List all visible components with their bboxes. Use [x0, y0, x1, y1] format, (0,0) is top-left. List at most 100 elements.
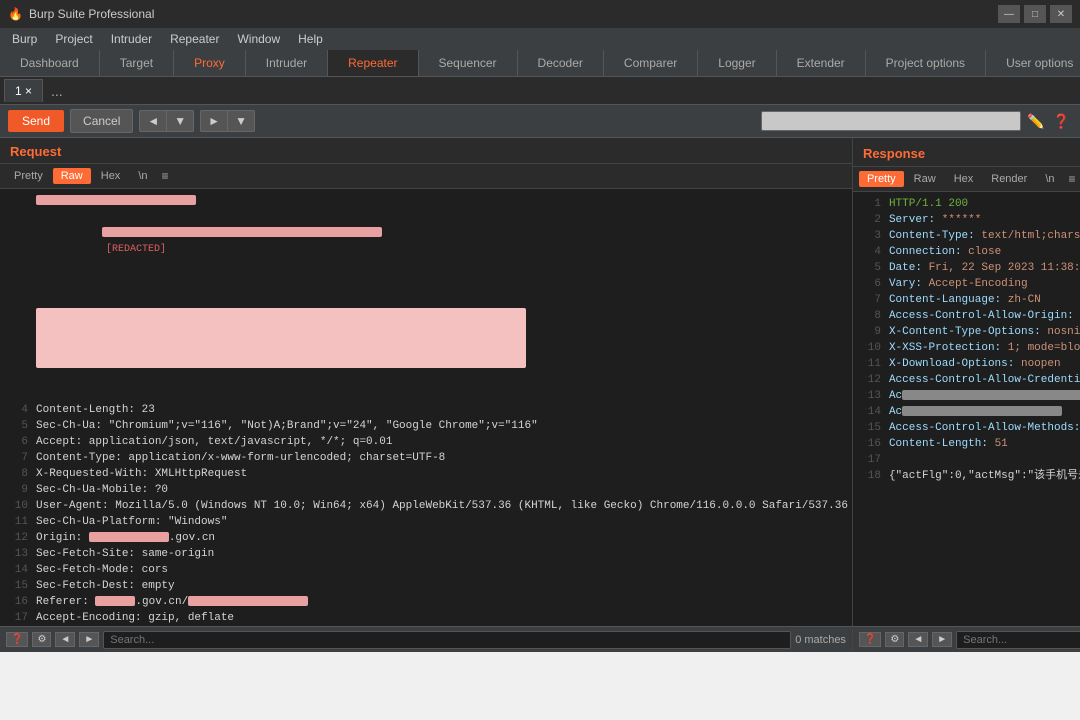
- req-prev-btn[interactable]: ◄: [55, 632, 75, 647]
- req-line-4: 4 Content-Length: 23: [0, 402, 852, 418]
- req-line-7: 7 Content-Type: application/x-www-form-u…: [0, 450, 852, 466]
- req-line-17: 17 Accept-Encoding: gzip, deflate: [0, 610, 852, 626]
- req-tab-hex[interactable]: Hex: [93, 168, 129, 184]
- nav-back-dropdown[interactable]: ▼: [166, 110, 194, 132]
- req-line-9: 9 Sec-Ch-Ua-Mobile: ?0: [0, 482, 852, 498]
- titlebar: 🔥 Burp Suite Professional — □ ✕: [0, 0, 1080, 28]
- edit-target-button[interactable]: ✏️: [1025, 111, 1046, 132]
- main-content: Request Pretty Raw Hex \n ≡ [REDACTED]: [0, 138, 1080, 652]
- tab-repeater[interactable]: Repeater: [328, 50, 418, 76]
- req-line-r2: [REDACTED]: [0, 209, 852, 274]
- nav-fwd-group: ► ▼: [200, 110, 255, 132]
- url-display: [761, 111, 1021, 131]
- response-search-bar: ❓ ⚙ ◄ ► 0 matches: [853, 626, 1080, 652]
- resp-tab-render[interactable]: Render: [983, 171, 1035, 187]
- app-icon: 🔥: [8, 7, 23, 21]
- req-tab-pretty[interactable]: Pretty: [6, 168, 51, 184]
- tab-sequencer[interactable]: Sequencer: [419, 50, 518, 76]
- send-button[interactable]: Send: [8, 110, 64, 132]
- req-next-btn[interactable]: ►: [79, 632, 99, 647]
- repeater-tab-new[interactable]: ...: [45, 83, 69, 99]
- resp-line-15: 15 Access-Control-Allow-Methods: POST, G…: [853, 420, 1080, 436]
- menu-help[interactable]: Help: [290, 30, 331, 48]
- tab-logger[interactable]: Logger: [698, 50, 776, 76]
- menu-intruder[interactable]: Intruder: [103, 30, 160, 48]
- req-line-14: 14 Sec-Fetch-Mode: cors: [0, 562, 852, 578]
- response-search-input[interactable]: [956, 631, 1080, 649]
- request-matches-label: 0 matches: [795, 634, 846, 646]
- req-tab-menu[interactable]: ≡: [158, 167, 173, 185]
- menubar: Burp Project Intruder Repeater Window He…: [0, 28, 1080, 50]
- tab-comparer[interactable]: Comparer: [604, 50, 698, 76]
- maximize-button[interactable]: □: [1024, 5, 1046, 23]
- response-panel: Response ▦ ≡ ▬ Pretty Raw Hex Render \n …: [853, 138, 1080, 652]
- req-line-15: 15 Sec-Fetch-Dest: empty: [0, 578, 852, 594]
- request-tabs: Pretty Raw Hex \n ≡: [0, 164, 852, 189]
- req-settings-btn[interactable]: ⚙: [32, 632, 51, 647]
- resp-line-14: 14 Ac: [853, 404, 1080, 420]
- resp-line-13: 13 Ac: [853, 388, 1080, 404]
- cancel-button[interactable]: Cancel: [70, 109, 133, 133]
- menu-project[interactable]: Project: [47, 30, 100, 48]
- resp-tab-menu[interactable]: ≡: [1065, 170, 1080, 188]
- resp-line-18: 18 {"actFlg":0,"actMsg":"该手机号未被注册！"}: [853, 468, 1080, 484]
- req-help-btn[interactable]: ❓: [6, 632, 28, 647]
- tab-extender[interactable]: Extender: [777, 50, 866, 76]
- req-line-16: 16 Referer: .gov.cn/: [0, 594, 852, 610]
- resp-line-10: 10 X-XSS-Protection: 1; mode=block: [853, 340, 1080, 356]
- req-line-8: 8 X-Requested-With: XMLHttpRequest: [0, 466, 852, 482]
- titlebar-title: Burp Suite Professional: [29, 7, 154, 21]
- tab-dashboard[interactable]: Dashboard: [0, 50, 100, 76]
- resp-tab-raw[interactable]: Raw: [906, 171, 944, 187]
- request-panel: Request Pretty Raw Hex \n ≡ [REDACTED]: [0, 138, 853, 652]
- resp-line-12: 12 Access-Control-Allow-Credentials: tru…: [853, 372, 1080, 388]
- tab-target[interactable]: Target: [100, 50, 174, 76]
- repeater-tab-1[interactable]: 1 ×: [4, 79, 43, 102]
- help-button[interactable]: ❓: [1051, 111, 1072, 132]
- resp-line-7: 7 Content-Language: zh-CN: [853, 292, 1080, 308]
- tab-project-options[interactable]: Project options: [866, 50, 986, 76]
- toolbar: Send Cancel ◄ ▼ ► ▼ ✏️ ❓: [0, 105, 1080, 138]
- resp-line-11: 11 X-Download-Options: noopen: [853, 356, 1080, 372]
- tab-user-options[interactable]: User options: [986, 50, 1080, 76]
- minimize-button[interactable]: —: [998, 5, 1020, 23]
- resp-line-16: 16 Content-Length: 51: [853, 436, 1080, 452]
- req-tab-newline[interactable]: \n: [130, 168, 155, 184]
- resp-tab-hex[interactable]: Hex: [946, 171, 982, 187]
- response-body[interactable]: 1 HTTP/1.1 200 2 Server: ****** 3 Conten…: [853, 192, 1080, 626]
- resp-line-4: 4 Connection: close: [853, 244, 1080, 260]
- req-line-12: 12 Origin: .gov.cn: [0, 530, 852, 546]
- resp-tab-newline[interactable]: \n: [1037, 171, 1062, 187]
- resp-line-2: 2 Server: ******: [853, 212, 1080, 228]
- close-button[interactable]: ✕: [1050, 5, 1072, 23]
- request-search-input[interactable]: [103, 631, 791, 649]
- resp-help-btn[interactable]: ❓: [859, 632, 881, 647]
- nav-fwd-button[interactable]: ►: [200, 110, 227, 132]
- req-line-10: 10 User-Agent: Mozilla/5.0 (Windows NT 1…: [0, 498, 852, 514]
- nav-back-button[interactable]: ◄: [139, 110, 166, 132]
- menu-repeater[interactable]: Repeater: [162, 30, 227, 48]
- resp-tab-pretty[interactable]: Pretty: [859, 171, 904, 187]
- req-line-11: 11 Sec-Ch-Ua-Platform: "Windows": [0, 514, 852, 530]
- url-bar: ✏️ ❓: [761, 111, 1072, 132]
- resp-settings-btn[interactable]: ⚙: [885, 632, 904, 647]
- menu-window[interactable]: Window: [229, 30, 288, 48]
- resp-line-6: 6 Vary: Accept-Encoding: [853, 276, 1080, 292]
- req-tab-raw[interactable]: Raw: [53, 168, 91, 184]
- nav-back-group: ◄ ▼: [139, 110, 194, 132]
- req-line-6: 6 Accept: application/json, text/javascr…: [0, 434, 852, 450]
- response-header: Response: [863, 146, 925, 161]
- req-line-r1: [0, 193, 852, 209]
- resp-line-3: 3 Content-Type: text/html;charset=UTF-8: [853, 228, 1080, 244]
- tab-decoder[interactable]: Decoder: [518, 50, 604, 76]
- resp-prev-btn[interactable]: ◄: [908, 632, 928, 647]
- window-controls[interactable]: — □ ✕: [998, 5, 1072, 23]
- request-body[interactable]: [REDACTED] 4 Content-Length: 23 5 Sec-Ch…: [0, 189, 852, 626]
- nav-fwd-dropdown[interactable]: ▼: [227, 110, 255, 132]
- resp-line-8: 8 Access-Control-Allow-Origin: *: [853, 308, 1080, 324]
- resp-next-btn[interactable]: ►: [932, 632, 952, 647]
- resp-line-5: 5 Date: Fri, 22 Sep 2023 11:38:00 GMT: [853, 260, 1080, 276]
- menu-burp[interactable]: Burp: [4, 30, 45, 48]
- tab-proxy[interactable]: Proxy: [174, 50, 246, 76]
- tab-intruder[interactable]: Intruder: [246, 50, 328, 76]
